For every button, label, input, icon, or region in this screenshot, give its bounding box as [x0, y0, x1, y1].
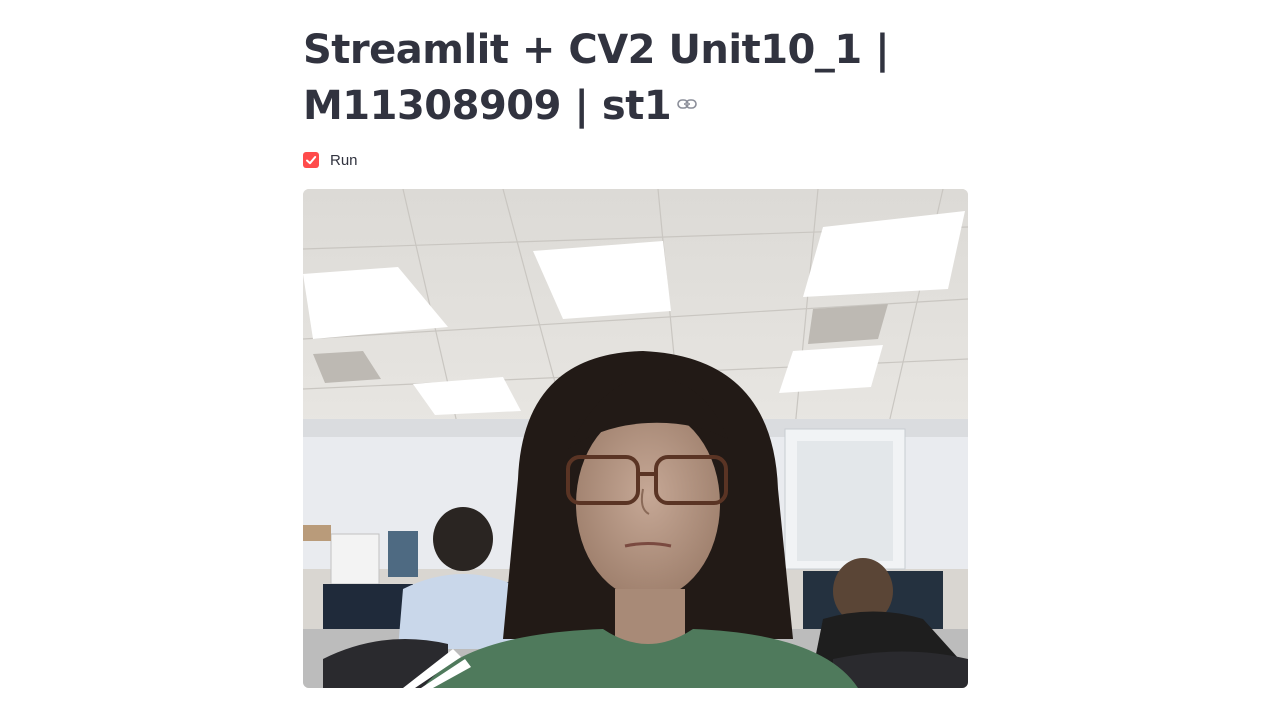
run-checkbox[interactable]: Run [303, 150, 358, 170]
checkbox-checked-icon[interactable] [303, 152, 319, 168]
run-checkbox-label: Run [330, 151, 358, 169]
page-title-line1: Streamlit + CV2 Unit10_1 | [303, 27, 890, 73]
link-icon[interactable] [677, 98, 697, 110]
webcam-image [303, 189, 968, 688]
page-title: Streamlit + CV2 Unit10_1 | M11308909 | s… [303, 22, 963, 134]
page-title-line2: M11308909 | st1 [303, 83, 672, 129]
webcam-frame [303, 189, 968, 688]
